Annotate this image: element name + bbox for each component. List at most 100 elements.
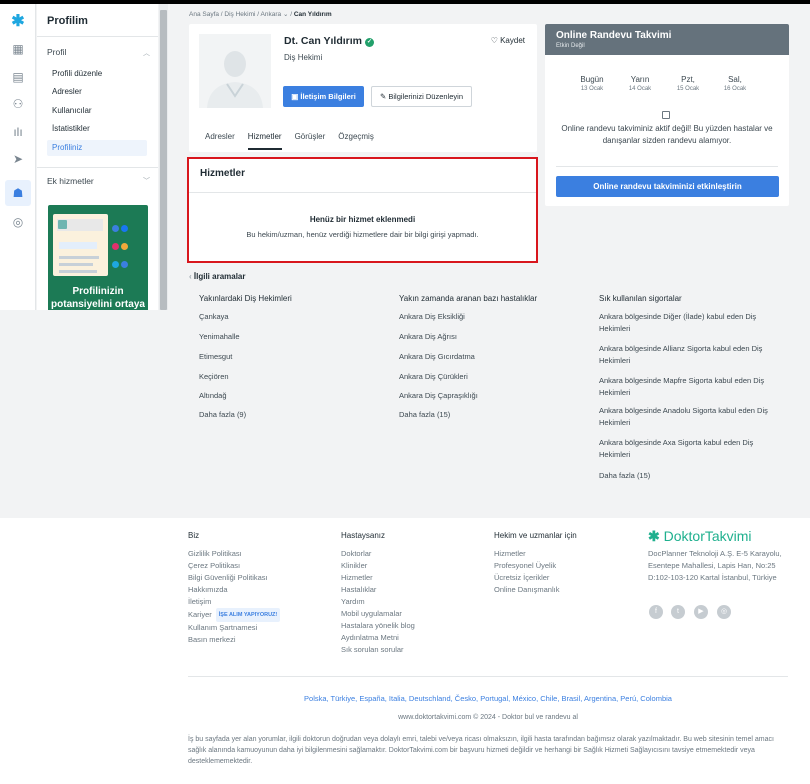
footer-column-about: Biz Gizlilik Politikası Çerez Politikası… [188,531,281,646]
footer-link[interactable]: Hastalıklar [341,584,415,596]
related-column-diseases: Yakın zamanda aranan bazı hastalıklar [399,294,537,303]
related-link[interactable]: Altındağ [199,390,227,402]
logo-icon[interactable]: ✱ [8,11,28,31]
country-links[interactable]: Polska, Türkiye, España, Italia, Deutsch… [188,694,788,703]
calendar-title: Online Randevu Takvimi [556,30,672,41]
footer-link[interactable]: İletişim [188,596,280,608]
calendar-icon [662,111,670,119]
twitter-icon[interactable]: t [671,605,685,619]
footer-link[interactable]: Doktorlar [341,548,415,560]
related-link[interactable]: Ankara Diş Ağrısı [399,331,457,343]
related-link[interactable]: Ankara bölgesinde Mapfre Sigorta kabul e… [599,375,779,399]
doctor-icon[interactable]: ☗ [5,180,31,206]
chat-icon[interactable]: ▤ [8,67,28,87]
footer-link[interactable]: Sık sorulan sorular [341,644,415,656]
send-icon[interactable]: ➤ [8,149,28,169]
save-button[interactable]: ♡ Kaydet [491,36,525,45]
calendar-header: Online Randevu Takvimi Etkin Değil [545,24,789,55]
footer-heading: Biz [188,531,200,540]
sidebar-item-users[interactable]: Kullanıcılar [47,103,147,119]
badge-icon[interactable]: ◎ [8,212,28,232]
footer-link[interactable]: Çerez Politikası [188,560,280,572]
footer-link[interactable]: Bilgi Güvenliği Politikası [188,572,280,584]
sidebar-item-addresses[interactable]: Adresler [47,84,147,100]
related-link[interactable]: Ankara bölgesinde Anadolu Sigorta kabul … [599,405,779,429]
sidebar-section-extra[interactable]: Ek hizmetler [47,176,94,186]
related-link[interactable]: Ankara bölgesinde Allianz Sigorta kabul … [599,343,779,367]
pencil-icon: ✎ [379,92,387,101]
footer-link[interactable]: Basın merkezi [188,634,280,646]
chevron-up-icon[interactable]: ︿ [143,48,150,58]
related-link[interactable]: Etimesgut [199,351,232,363]
related-more-link[interactable]: Daha fazla (15) [599,470,650,482]
contact-info-button[interactable]: ▣ İletişim Bilgileri [283,86,364,107]
verified-icon: ✓ [365,38,374,47]
instagram-icon[interactable]: ◎ [717,605,731,619]
activate-calendar-button[interactable]: Online randevu takviminizi etkinleştirin [556,176,779,197]
related-link[interactable]: Ankara Diş Çürükleri [399,371,468,383]
tab-reviews[interactable]: Görüşler [295,132,326,152]
sidebar-scrollbar[interactable] [159,4,168,310]
services-panel: Hizmetler Henüz bir hizmet eklenmedi Bu … [187,157,538,263]
footer-link[interactable]: Kullanım Şartnamesi [188,622,280,634]
footer-heading: Hekim ve uzmanlar için [494,531,577,540]
footer-link[interactable]: Hastalara yönelik blog [341,620,415,632]
related-column-insurances: Sık kullanılan sigortalar [599,294,682,303]
related-link[interactable]: Ankara bölgesinde Axa Sigorta kabul eden… [599,437,779,461]
chevron-down-icon[interactable]: ﹀ [143,176,150,186]
related-more-link[interactable]: Daha fazla (15) [399,409,450,421]
doctor-avatar [199,34,271,108]
promo-banner[interactable]: Profilinizin potansiyelini ortaya [48,205,148,310]
footer-link[interactable]: Ücretsiz İçerikler [494,572,577,584]
related-link[interactable]: Keçiören [199,371,229,383]
footer-link[interactable]: Gizlilik Politikası [188,548,280,560]
icon-rail: ✱ ▦ ▤ ⚇ ılı ➤ ☗ ◎ [0,4,36,310]
footer-link[interactable]: Hakkımızda [188,584,280,596]
footer-link[interactable]: Klinikler [341,560,415,572]
sidebar-section-profile[interactable]: Profil [47,47,66,57]
tab-services[interactable]: Hizmetler [247,132,282,150]
related-link[interactable]: Ankara bölgesinde Diğer (İlade) kabul ed… [599,311,779,335]
profile-tabs: Adresler Hizmetler Görüşler Özgeçmiş [205,132,387,152]
breadcrumb-city[interactable]: Ankara [261,11,282,18]
users-icon[interactable]: ⚇ [8,94,28,114]
tab-addresses[interactable]: Adresler [205,132,235,152]
scroll-thumb[interactable] [160,10,167,310]
footer-column-patients: Hastaysanız Doktorlar Klinikler Hizmetle… [341,531,415,656]
related-link[interactable]: Ankara Diş Çapraşıklığı [399,390,478,402]
calendar-icon[interactable]: ▦ [8,39,28,59]
phone-book-icon: ▣ [291,92,299,101]
footer-link[interactable]: Hizmetler [341,572,415,584]
chevron-left-icon: ‹ [189,272,192,281]
related-column-heading: Yakın zamanda aranan bazı hastalıklar [399,294,538,303]
edit-info-button[interactable]: ✎ Bilgilerinizi Düzenleyin [371,86,472,107]
breadcrumb-home[interactable]: Ana Sayfa [189,11,219,18]
footer-link[interactable]: Mobil uygulamalar [341,608,415,620]
sidebar-item-edit-profile[interactable]: Profili düzenle [47,66,147,82]
calendar-day: Sal, 16 Ocak [723,75,747,92]
related-link[interactable]: Yenimahalle [199,331,240,343]
sidebar-item-stats[interactable]: İstatistikler [47,121,147,137]
tab-resume[interactable]: Özgeçmiş [338,132,374,152]
related-column-heading: Yakınlardaki Diş Hekimleri [199,294,292,303]
youtube-icon[interactable]: ▶ [694,605,708,619]
sidebar-item-your-profile[interactable]: Profiliniz [47,140,147,156]
footer-link-careers[interactable]: Kariyer İŞE ALIM YAPIYORUZ! [188,608,281,622]
calendar-status: Etkin Değil [556,43,585,49]
footer-link[interactable]: Profesyonel Üyelik [494,560,577,572]
footer-link[interactable]: Hizmetler [494,548,577,560]
footer-link[interactable]: Aydınlatma Metni [341,632,415,644]
brand-logo[interactable]: ✱ DoktorTakvimi [648,528,752,545]
footer-link[interactable]: Yardım [341,596,415,608]
stats-icon[interactable]: ılı [8,122,28,142]
related-link[interactable]: Ankara Diş Gıcırdatma [399,351,475,363]
related-link[interactable]: Ankara Diş Eksikliği [399,311,465,323]
breadcrumb-specialty[interactable]: Diş Hekimi [224,11,255,18]
promo-text: Profilinizin potansiyelini ortaya [51,286,145,310]
related-link[interactable]: Çankaya [199,311,229,323]
doctor-specialty: Diş Hekimi [284,53,323,62]
related-searches-title[interactable]: ‹ İlgili aramalar [189,272,246,281]
footer-link[interactable]: Online Danışmanlık [494,584,577,596]
facebook-icon[interactable]: f [649,605,663,619]
related-more-link[interactable]: Daha fazla (9) [199,409,246,421]
